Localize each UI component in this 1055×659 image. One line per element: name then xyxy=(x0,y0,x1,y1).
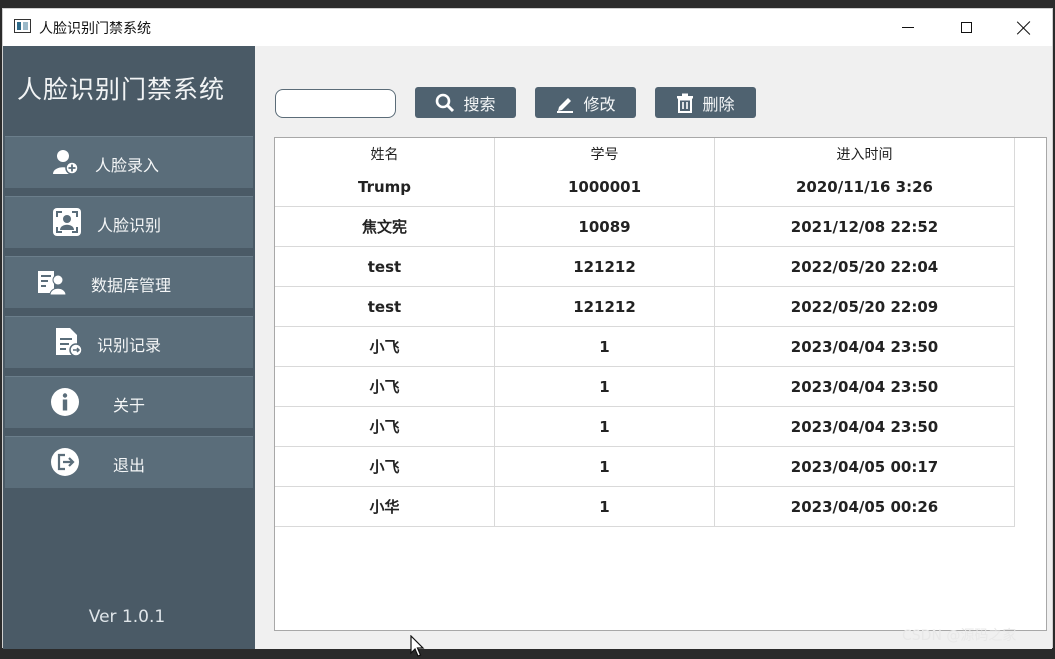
cell-entry-time: 2021/12/08 22:52 xyxy=(715,207,1015,246)
info-icon xyxy=(50,387,80,417)
sidebar-item-label: 数据库管理 xyxy=(91,276,172,295)
column-header-entry-time[interactable]: 进入时间 xyxy=(715,138,1015,170)
cell-student-id: 1 xyxy=(495,407,715,446)
table-row[interactable]: 小飞 1 2023/04/04 23:50 xyxy=(275,327,1015,367)
records-table[interactable]: 姓名 学号 进入时间 Trump 1000001 2020/11/16 3:26… xyxy=(274,137,1047,657)
cell-entry-time: 2023/04/04 23:50 xyxy=(715,327,1015,366)
sidebar-item-exit[interactable]: 退出 xyxy=(5,436,253,488)
cell-student-id: 1 xyxy=(495,367,715,406)
app-window: 人脸识别门禁系统 人脸识别门禁系统 人脸录入 人脸识别 数据库管理 识别记录 关… xyxy=(2,8,1053,657)
cell-entry-time: 2023/04/04 23:50 xyxy=(715,407,1015,446)
cell-student-id: 121212 xyxy=(495,247,715,286)
table-row[interactable]: Trump 1000001 2020/11/16 3:26 xyxy=(275,167,1015,207)
delete-button[interactable]: 删除 xyxy=(655,87,756,118)
version-label: Ver 1.0.1 xyxy=(88,607,166,627)
main-panel: 搜索 修改 删除 姓名 学号 进入时间 Trump 1000001 2020/1… xyxy=(255,46,1052,657)
cell-name: 小飞 xyxy=(275,367,495,406)
cell-student-id: 121212 xyxy=(495,287,715,326)
database-user-icon xyxy=(37,267,67,297)
edit-button-label: 修改 xyxy=(583,96,616,114)
sidebar-item-records[interactable]: 识别记录 xyxy=(5,316,253,368)
brand-title: 人脸识别门禁系统 xyxy=(16,75,225,104)
window-title: 人脸识别门禁系统 xyxy=(39,21,151,37)
search-button[interactable]: 搜索 xyxy=(415,87,516,118)
cell-name: 焦文宪 xyxy=(275,207,495,246)
face-scan-icon xyxy=(52,207,82,237)
cell-entry-time: 2023/04/05 00:26 xyxy=(715,487,1015,526)
table-row[interactable]: 小飞 1 2023/04/04 23:50 xyxy=(275,367,1015,407)
cell-entry-time: 2022/05/20 22:04 xyxy=(715,247,1015,286)
close-button[interactable] xyxy=(995,9,1053,46)
mouse-cursor-icon xyxy=(410,635,425,657)
cell-student-id: 1 xyxy=(495,447,715,486)
table-row[interactable]: test 121212 2022/05/20 22:09 xyxy=(275,287,1015,327)
sidebar-item-about[interactable]: 关于 xyxy=(5,376,253,428)
sidebar-item-face-recognition[interactable]: 人脸识别 xyxy=(5,196,253,248)
maximize-icon xyxy=(960,22,972,33)
sidebar-item-face-enroll[interactable]: 人脸录入 xyxy=(5,136,253,188)
search-input[interactable] xyxy=(275,89,396,118)
search-icon xyxy=(436,93,455,112)
cell-student-id: 1000001 xyxy=(495,167,715,206)
edit-button[interactable]: 修改 xyxy=(535,87,636,118)
cell-entry-time: 2023/04/04 23:50 xyxy=(715,367,1015,406)
sidebar-item-label: 退出 xyxy=(113,456,146,475)
user-add-icon xyxy=(51,147,81,177)
cell-name: 小飞 xyxy=(275,447,495,486)
cell-student-id: 10089 xyxy=(495,207,715,246)
cell-name: test xyxy=(275,247,495,286)
search-button-label: 搜索 xyxy=(463,96,496,114)
cell-name: test xyxy=(275,287,495,326)
cell-student-id: 1 xyxy=(495,327,715,366)
column-header-name[interactable]: 姓名 xyxy=(275,138,495,170)
sidebar-item-label: 识别记录 xyxy=(97,336,162,355)
close-icon xyxy=(1017,21,1031,35)
table-row[interactable]: 小飞 1 2023/04/05 00:17 xyxy=(275,447,1015,487)
cell-name: 小飞 xyxy=(275,407,495,446)
cell-entry-time: 2020/11/16 3:26 xyxy=(715,167,1015,206)
minimize-button[interactable] xyxy=(879,9,937,46)
watermark-text: CSDN @源码之家 xyxy=(902,628,1017,644)
sidebar-item-database[interactable]: 数据库管理 xyxy=(5,256,253,308)
cell-name: Trump xyxy=(275,167,495,206)
table-row[interactable]: 小飞 1 2023/04/04 23:50 xyxy=(275,407,1015,447)
app-icon xyxy=(14,19,31,33)
trash-icon xyxy=(677,93,694,113)
cell-entry-time: 2022/05/20 22:09 xyxy=(715,287,1015,326)
sidebar-item-label: 人脸录入 xyxy=(95,156,160,175)
cell-name: 小飞 xyxy=(275,327,495,366)
sidebar: 人脸识别门禁系统 人脸录入 人脸识别 数据库管理 识别记录 关于 退出 Ver … xyxy=(3,46,255,649)
minimize-icon xyxy=(902,27,914,28)
cell-student-id: 1 xyxy=(495,487,715,526)
cell-entry-time: 2023/04/05 00:17 xyxy=(715,447,1015,486)
sidebar-item-label: 人脸识别 xyxy=(97,216,162,235)
column-header-student-id[interactable]: 学号 xyxy=(495,138,715,170)
logout-icon xyxy=(50,447,80,477)
table-row[interactable]: 小华 1 2023/04/05 00:26 xyxy=(275,487,1015,527)
record-document-icon xyxy=(53,327,83,357)
delete-button-label: 删除 xyxy=(702,96,735,114)
title-bar[interactable]: 人脸识别门禁系统 xyxy=(3,9,1052,46)
cell-name: 小华 xyxy=(275,487,495,526)
table-row[interactable]: test 121212 2022/05/20 22:04 xyxy=(275,247,1015,287)
sidebar-item-label: 关于 xyxy=(113,396,146,415)
edit-icon xyxy=(557,97,574,113)
table-row[interactable]: 焦文宪 10089 2021/12/08 22:52 xyxy=(275,207,1015,247)
maximize-button[interactable] xyxy=(937,9,995,46)
table-header: 姓名 学号 进入时间 xyxy=(275,138,1015,170)
